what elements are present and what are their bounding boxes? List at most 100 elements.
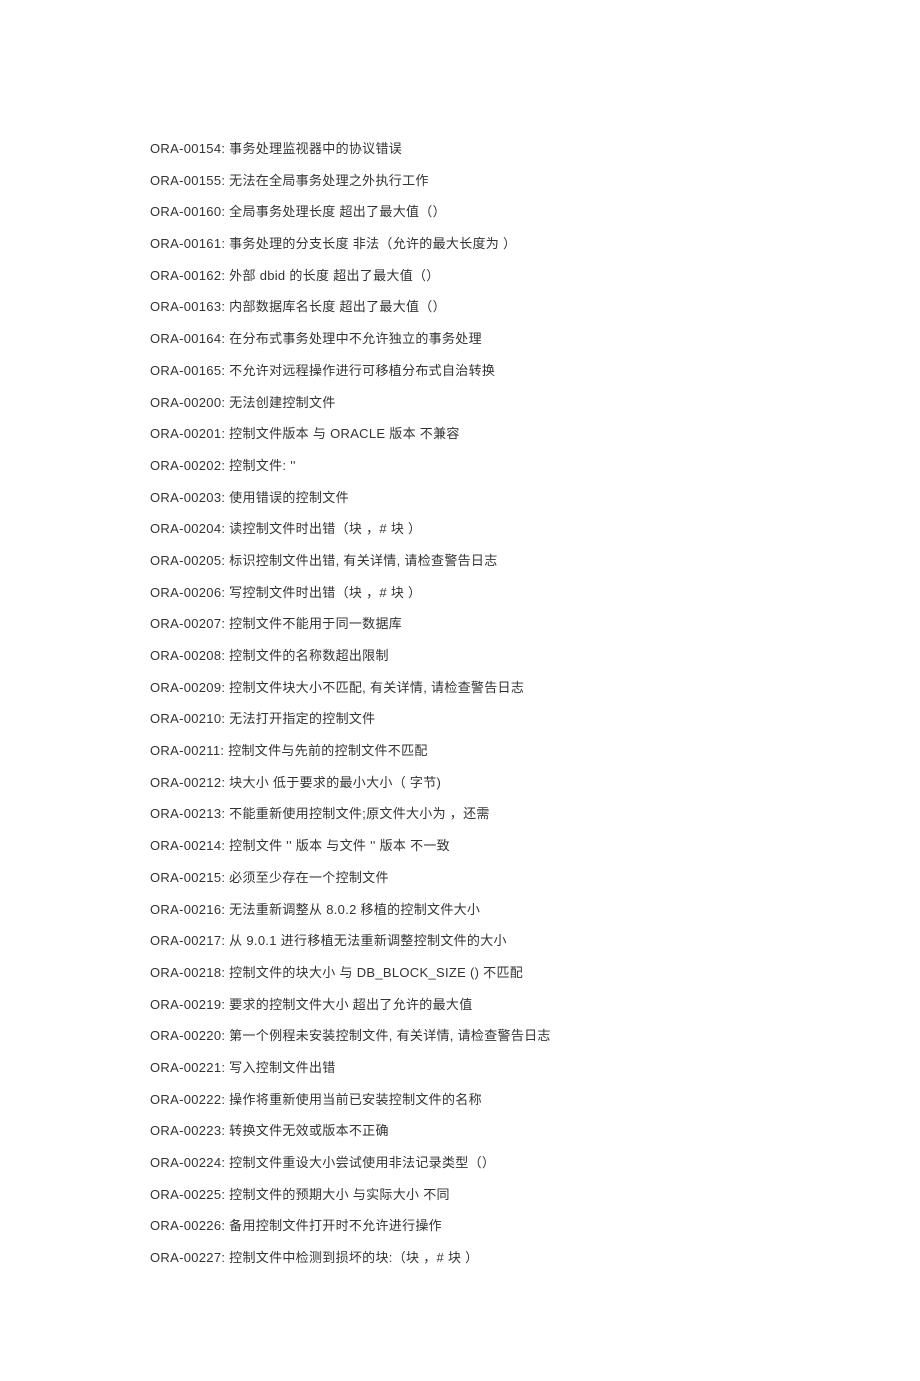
error-description: 使用错误的控制文件 [225,490,349,505]
error-line: ORA-00209: 控制文件块大小不匹配, 有关详情, 请检查警告日志 [150,679,770,697]
error-line: ORA-00203: 使用错误的控制文件 [150,489,770,507]
error-code: ORA-00227: [150,1250,225,1265]
error-line: ORA-00227: 控制文件中检测到损坏的块:（块 ，# 块 ） [150,1249,770,1267]
error-code: ORA-00210: [150,711,225,726]
error-code: ORA-00226: [150,1218,225,1233]
error-line: ORA-00208: 控制文件的名称数超出限制 [150,647,770,665]
error-line: ORA-00226: 备用控制文件打开时不允许进行操作 [150,1217,770,1235]
error-code: ORA-00222: [150,1092,225,1107]
error-line: ORA-00202: 控制文件: '' [150,457,770,475]
error-code: ORA-00208: [150,648,225,663]
error-code: ORA-00209: [150,680,225,695]
error-code: ORA-00161: [150,236,225,251]
error-line: ORA-00219: 要求的控制文件大小 超出了允许的最大值 [150,996,770,1014]
error-line: ORA-00217: 从 9.0.1 进行移植无法重新调整控制文件的大小 [150,932,770,950]
error-description: 标识控制文件出错, 有关详情, 请检查警告日志 [225,553,497,568]
error-line: ORA-00200: 无法创建控制文件 [150,394,770,412]
error-description: 写入控制文件出错 [225,1060,335,1075]
error-description: 写控制文件时出错（块 ，# 块 ） [225,585,421,600]
error-description: 无法打开指定的控制文件 [225,711,375,726]
error-line: ORA-00220: 第一个例程未安装控制文件, 有关详情, 请检查警告日志 [150,1027,770,1045]
error-code: ORA-00217: [150,933,225,948]
error-code: ORA-00213: [150,806,225,821]
error-code: ORA-00204: [150,521,225,536]
error-description: 不能重新使用控制文件;原文件大小为 ，还需 [225,806,489,821]
error-description: 控制文件的块大小 与 DB_BLOCK_SIZE () 不匹配 [225,965,523,980]
error-description: 控制文件与先前的控制文件不匹配 [224,743,427,758]
error-description: 事务处理监视器中的协议错误 [225,141,402,156]
error-code: ORA-00220: [150,1028,225,1043]
error-description: 无法重新调整从 8.0.2 移植的控制文件大小 [225,902,480,917]
error-code: ORA-00164: [150,331,225,346]
error-line: ORA-00154: 事务处理监视器中的协议错误 [150,140,770,158]
error-code: ORA-00212: [150,775,225,790]
error-line: ORA-00212: 块大小 低于要求的最小大小（ 字节) [150,774,770,792]
error-line: ORA-00160: 全局事务处理长度 超出了最大值（） [150,203,770,221]
error-description: 控制文件中检测到损坏的块:（块 ，# 块 ） [225,1250,478,1265]
error-code: ORA-00202: [150,458,225,473]
error-line: ORA-00214: 控制文件 '' 版本 与文件 '' 版本 不一致 [150,837,770,855]
error-description: 控制文件块大小不匹配, 有关详情, 请检查警告日志 [225,680,524,695]
error-code: ORA-00165: [150,363,225,378]
error-line: ORA-00155: 无法在全局事务处理之外执行工作 [150,172,770,190]
error-code: ORA-00155: [150,173,225,188]
error-description: 内部数据库名长度 超出了最大值（） [225,299,446,314]
error-code: ORA-00223: [150,1123,225,1138]
error-line: ORA-00215: 必须至少存在一个控制文件 [150,869,770,887]
error-description: 不允许对远程操作进行可移植分布式自治转换 [225,363,495,378]
error-code: ORA-00205: [150,553,225,568]
error-description: 块大小 低于要求的最小大小（ 字节) [225,775,441,790]
document-page: ORA-00154: 事务处理监视器中的协议错误 ORA-00155: 无法在全局… [0,0,920,1381]
error-code: ORA-00154: [150,141,225,156]
error-description: 外部 dbid 的长度 超出了最大值（） [225,268,439,283]
error-code: ORA-00203: [150,490,225,505]
error-line: ORA-00221: 写入控制文件出错 [150,1059,770,1077]
error-description: 操作将重新使用当前已安装控制文件的名称 [225,1092,482,1107]
error-description: 控制文件版本 与 ORACLE 版本 不兼容 [225,426,459,441]
error-line: ORA-00164: 在分布式事务处理中不允许独立的事务处理 [150,330,770,348]
error-code: ORA-00218: [150,965,225,980]
error-line: ORA-00162: 外部 dbid 的长度 超出了最大值（） [150,267,770,285]
error-line: ORA-00213: 不能重新使用控制文件;原文件大小为 ，还需 [150,805,770,823]
error-description: 事务处理的分支长度 非法（允许的最大长度为 ） [225,236,516,251]
error-description: 要求的控制文件大小 超出了允许的最大值 [225,997,472,1012]
error-code: ORA-00201: [150,426,225,441]
error-code: ORA-00215: [150,870,225,885]
error-description: 控制文件 '' 版本 与文件 '' 版本 不一致 [225,838,450,853]
error-description: 控制文件的名称数超出限制 [225,648,389,663]
error-code: ORA-00214: [150,838,225,853]
error-line: ORA-00163: 内部数据库名长度 超出了最大值（） [150,298,770,316]
error-code: ORA-00221: [150,1060,225,1075]
error-line: ORA-00165: 不允许对远程操作进行可移植分布式自治转换 [150,362,770,380]
error-description: 全局事务处理长度 超出了最大值（） [225,204,446,219]
error-description: 从 9.0.1 进行移植无法重新调整控制文件的大小 [225,933,507,948]
error-description: 控制文件的预期大小 与实际大小 不同 [225,1187,450,1202]
error-line: ORA-00210: 无法打开指定的控制文件 [150,710,770,728]
error-code: ORA-00160: [150,204,225,219]
error-line: ORA-00224: 控制文件重设大小尝试使用非法记录类型（） [150,1154,770,1172]
error-line: ORA-00223: 转换文件无效或版本不正确 [150,1122,770,1140]
error-line: ORA-00218: 控制文件的块大小 与 DB_BLOCK_SIZE () 不… [150,964,770,982]
error-description: 无法在全局事务处理之外执行工作 [225,173,428,188]
error-line: ORA-00207: 控制文件不能用于同一数据库 [150,615,770,633]
error-description: 控制文件: '' [225,458,296,473]
error-code: ORA-00206: [150,585,225,600]
error-line: ORA-00205: 标识控制文件出错, 有关详情, 请检查警告日志 [150,552,770,570]
error-description: 无法创建控制文件 [225,395,335,410]
error-description: 转换文件无效或版本不正确 [225,1123,389,1138]
error-code: ORA-00211: [150,743,224,758]
error-line: ORA-00204: 读控制文件时出错（块 ，# 块 ） [150,520,770,538]
error-code: ORA-00207: [150,616,225,631]
error-line: ORA-00161: 事务处理的分支长度 非法（允许的最大长度为 ） [150,235,770,253]
error-list: ORA-00154: 事务处理监视器中的协议错误 ORA-00155: 无法在全局… [150,140,770,1267]
error-code: ORA-00162: [150,268,225,283]
error-description: 读控制文件时出错（块 ，# 块 ） [225,521,421,536]
error-description: 第一个例程未安装控制文件, 有关详情, 请检查警告日志 [225,1028,550,1043]
error-description: 控制文件重设大小尝试使用非法记录类型（） [225,1155,495,1170]
error-line: ORA-00222: 操作将重新使用当前已安装控制文件的名称 [150,1091,770,1109]
error-code: ORA-00219: [150,997,225,1012]
error-line: ORA-00225: 控制文件的预期大小 与实际大小 不同 [150,1186,770,1204]
error-description: 控制文件不能用于同一数据库 [225,616,402,631]
error-description: 备用控制文件打开时不允许进行操作 [225,1218,442,1233]
error-line: ORA-00201: 控制文件版本 与 ORACLE 版本 不兼容 [150,425,770,443]
